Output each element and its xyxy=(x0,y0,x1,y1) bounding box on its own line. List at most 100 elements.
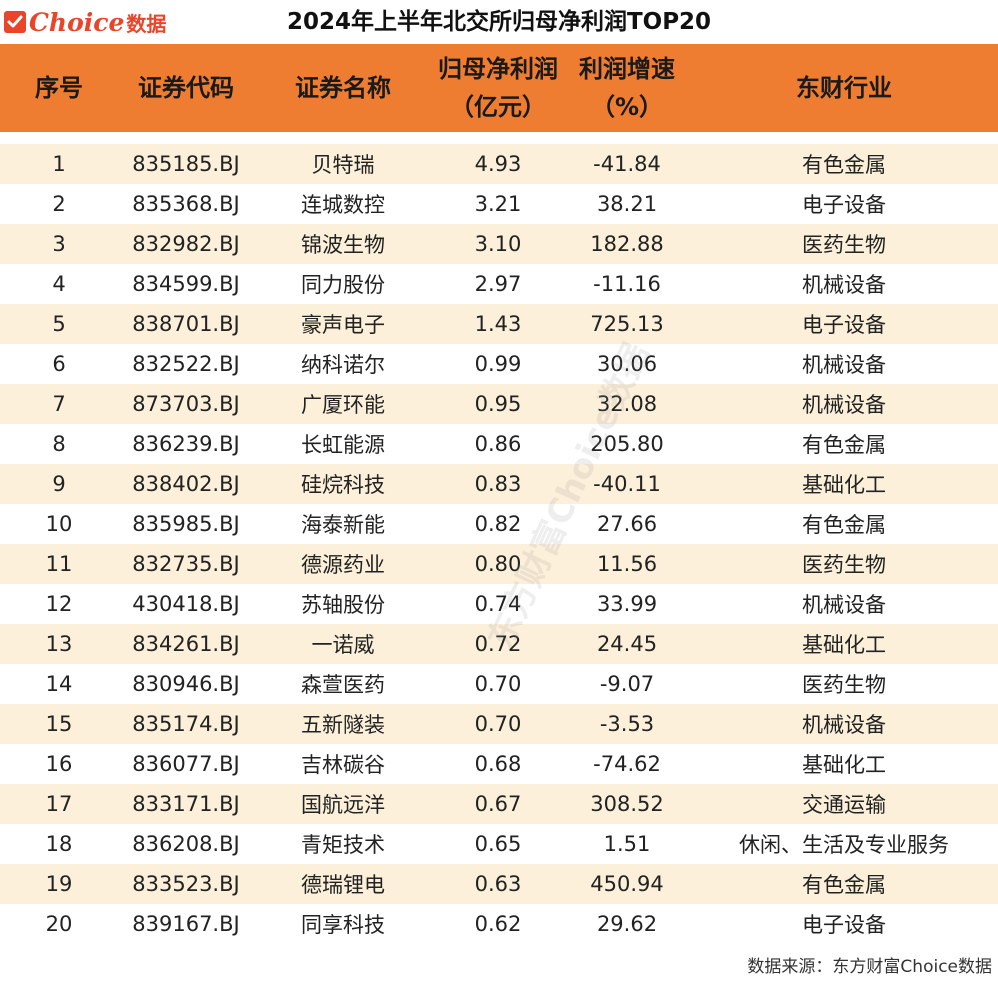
cell-code: 430418.BJ xyxy=(132,592,240,616)
cell-industry: 有色金属 xyxy=(802,873,886,897)
cell-code: 835368.BJ xyxy=(132,192,240,216)
cell-name: 吉林碳谷 xyxy=(301,753,385,777)
cell-name: 德源药业 xyxy=(301,553,385,577)
table-row: 18 836208.BJ 青矩技术 0.65 1.51 休闲、生活及专业服务 xyxy=(0,824,998,864)
cell-name: 硅烷科技 xyxy=(301,473,385,497)
table-row: 5 838701.BJ 豪声电子 1.43 725.13 电子设备 xyxy=(0,304,998,344)
header-industry: 东财行业 xyxy=(796,74,892,102)
table-row: 3 832982.BJ 锦波生物 3.10 182.88 医药生物 xyxy=(0,224,998,264)
table-row: 7 873703.BJ 广厦环能 0.95 32.08 机械设备 xyxy=(0,384,998,424)
cell-code: 836077.BJ xyxy=(132,752,240,776)
cell-growth: -74.62 xyxy=(593,752,661,776)
cell-growth: 29.62 xyxy=(596,912,658,936)
cell-name: 苏轴股份 xyxy=(301,593,385,617)
cell-growth: 11.56 xyxy=(596,552,658,576)
cell-industry: 电子设备 xyxy=(802,193,886,217)
cell-industry: 基础化工 xyxy=(802,473,886,497)
cell-code: 838402.BJ xyxy=(132,472,240,496)
cell-net-profit: 3.10 xyxy=(474,232,522,256)
cell-industry: 有色金属 xyxy=(802,513,886,537)
cell-code: 832735.BJ xyxy=(132,552,240,576)
cell-growth: 450.94 xyxy=(590,872,664,896)
cell-industry: 医药生物 xyxy=(802,553,886,577)
table-row: 10 835985.BJ 海泰新能 0.82 27.66 有色金属 xyxy=(0,504,998,544)
choice-logo: Choice 数据 xyxy=(4,6,166,38)
cell-index: 2 xyxy=(52,192,66,216)
cell-growth: 33.99 xyxy=(596,592,658,616)
cell-growth: 205.80 xyxy=(590,432,664,456)
cell-net-profit: 0.67 xyxy=(474,792,522,816)
cell-growth: -40.11 xyxy=(593,472,661,496)
cell-name: 连城数控 xyxy=(301,193,385,217)
cell-code: 834599.BJ xyxy=(132,272,240,296)
checkmark-icon xyxy=(4,11,26,33)
cell-name: 广厦环能 xyxy=(301,393,385,417)
cell-index: 12 xyxy=(45,592,73,616)
cell-industry: 电子设备 xyxy=(802,313,886,337)
cell-industry: 有色金属 xyxy=(802,153,886,177)
cell-industry: 有色金属 xyxy=(802,433,886,457)
cell-net-profit: 0.83 xyxy=(474,472,522,496)
cell-index: 4 xyxy=(52,272,66,296)
cell-net-profit: 0.65 xyxy=(474,832,522,856)
cell-growth: -3.53 xyxy=(599,712,655,736)
cell-industry: 医药生物 xyxy=(802,673,886,697)
table-row: 13 834261.BJ 一诺威 0.72 24.45 基础化工 xyxy=(0,624,998,664)
cell-net-profit: 0.80 xyxy=(474,552,522,576)
cell-name: 青矩技术 xyxy=(301,833,385,857)
cell-index: 10 xyxy=(45,512,73,536)
table-row: 11 832735.BJ 德源药业 0.80 11.56 医药生物 xyxy=(0,544,998,584)
cell-name: 一诺威 xyxy=(311,633,375,657)
cell-growth: 182.88 xyxy=(590,232,664,256)
cell-code: 835985.BJ xyxy=(132,512,240,536)
cell-index: 11 xyxy=(45,552,73,576)
cell-code: 873703.BJ xyxy=(132,392,240,416)
cell-industry: 基础化工 xyxy=(802,633,886,657)
cell-code: 830946.BJ xyxy=(132,672,240,696)
cell-code: 832522.BJ xyxy=(132,352,240,376)
cell-growth: 1.51 xyxy=(603,832,651,856)
cell-index: 14 xyxy=(45,672,73,696)
cell-net-profit: 0.70 xyxy=(474,672,522,696)
cell-code: 836239.BJ xyxy=(132,432,240,456)
cell-industry: 机械设备 xyxy=(802,593,886,617)
cell-name: 纳科诺尔 xyxy=(301,353,385,377)
cell-net-profit: 0.63 xyxy=(474,872,522,896)
cell-industry: 机械设备 xyxy=(802,273,886,297)
table-row: 20 839167.BJ 同享科技 0.62 29.62 电子设备 xyxy=(0,904,998,944)
cell-name: 森萱医药 xyxy=(301,673,385,697)
cell-net-profit: 0.70 xyxy=(474,712,522,736)
cell-index: 20 xyxy=(45,912,73,936)
logo-brand-cn: 数据 xyxy=(126,11,167,36)
cell-industry: 医药生物 xyxy=(802,233,886,257)
cell-growth: 308.52 xyxy=(590,792,664,816)
table-row: 19 833523.BJ 德瑞锂电 0.63 450.94 有色金属 xyxy=(0,864,998,904)
cell-growth: -41.84 xyxy=(593,152,661,176)
cell-code: 834261.BJ xyxy=(132,632,240,656)
cell-industry: 交通运输 xyxy=(802,793,886,817)
cell-growth: 24.45 xyxy=(596,632,658,656)
table-row: 2 835368.BJ 连城数控 3.21 38.21 电子设备 xyxy=(0,184,998,224)
cell-code: 832982.BJ xyxy=(132,232,240,256)
table-row: 6 832522.BJ 纳科诺尔 0.99 30.06 机械设备 xyxy=(0,344,998,384)
header-gap xyxy=(0,132,998,144)
cell-index: 3 xyxy=(52,232,66,256)
cell-code: 835185.BJ xyxy=(132,152,240,176)
table-row: 4 834599.BJ 同力股份 2.97 -11.16 机械设备 xyxy=(0,264,998,304)
table-body: 1 835185.BJ 贝特瑞 4.93 -41.84 有色金属 2 835368.BJ 连城数… xyxy=(0,144,998,944)
cell-name: 国航远洋 xyxy=(301,793,385,817)
cell-index: 9 xyxy=(52,472,66,496)
cell-growth: 32.08 xyxy=(596,392,658,416)
table-row: 9 838402.BJ 硅烷科技 0.83 -40.11 基础化工 xyxy=(0,464,998,504)
cell-industry: 基础化工 xyxy=(802,753,886,777)
cell-name: 德瑞锂电 xyxy=(301,873,385,897)
cell-industry: 电子设备 xyxy=(802,913,886,937)
cell-index: 13 xyxy=(45,632,73,656)
cell-name: 海泰新能 xyxy=(301,513,385,537)
header-net-profit: 归母净利润 （亿元） xyxy=(438,55,558,121)
cell-net-profit: 1.43 xyxy=(474,312,522,336)
cell-name: 锦波生物 xyxy=(301,233,385,257)
cell-index: 18 xyxy=(45,832,73,856)
cell-industry: 机械设备 xyxy=(802,713,886,737)
table-row: 12 430418.BJ 苏轴股份 0.74 33.99 机械设备 xyxy=(0,584,998,624)
